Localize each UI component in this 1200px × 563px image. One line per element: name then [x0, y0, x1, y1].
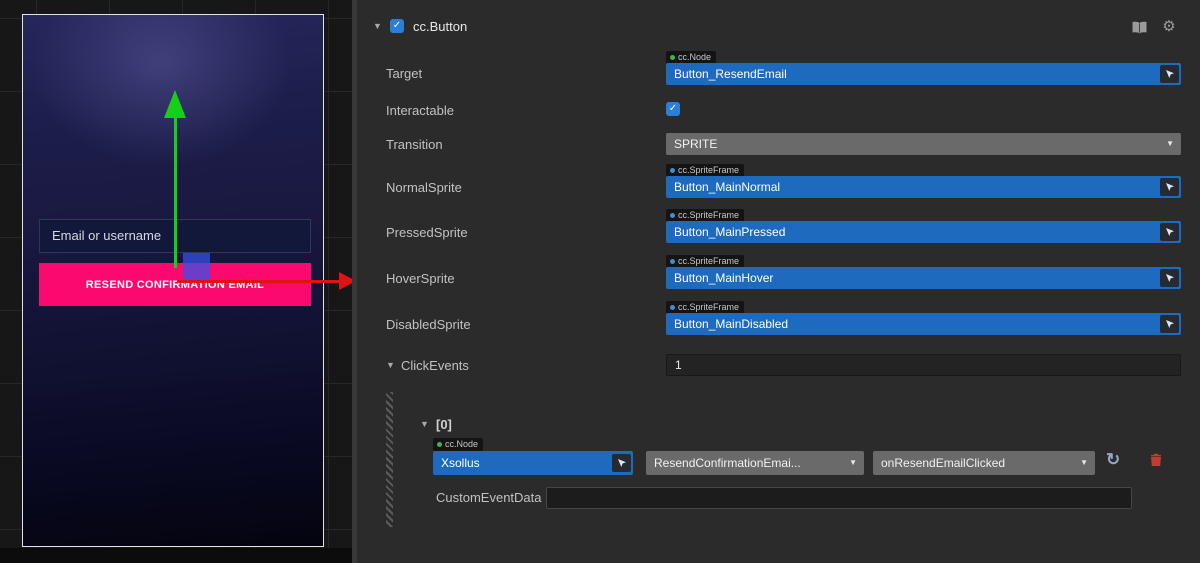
scene-view[interactable]: Email or username RESEND CONFIRMATION EM… — [0, 0, 356, 563]
delete-event-icon[interactable] — [1150, 453, 1162, 472]
node-type-dot-icon — [437, 442, 442, 447]
spriteframe-picker-icon[interactable] — [1160, 223, 1179, 241]
spriteframe-picker-icon[interactable] — [1160, 178, 1179, 196]
node-picker-icon[interactable] — [612, 454, 631, 472]
gear-icon[interactable]: ⚙ — [1160, 19, 1178, 35]
spriteframe-picker-icon[interactable] — [1160, 315, 1179, 333]
interactable-checkbox[interactable]: ✓ — [666, 102, 680, 116]
event-handler-dropdown[interactable]: onResendEmailClicked ▼ — [873, 451, 1095, 475]
node-picker-icon[interactable] — [1160, 65, 1179, 83]
chevron-down-icon: ▼ — [1080, 451, 1088, 475]
hover-sprite-label: HoverSprite — [386, 271, 455, 286]
move-gizmo — [0, 0, 356, 563]
subpanel-hatch-border — [386, 392, 393, 527]
spriteframe-type-dot-icon — [670, 305, 675, 310]
component-collapse-icon[interactable]: ▼ — [373, 21, 382, 31]
gizmo-xy-plane-handle[interactable] — [183, 253, 210, 281]
transition-dropdown[interactable]: SPRITE ▼ — [666, 133, 1181, 155]
event-node-type-tag: cc.Node — [433, 438, 483, 451]
normal-sprite-label: NormalSprite — [386, 180, 462, 195]
click-events-collapse-icon[interactable]: ▼ — [386, 360, 395, 370]
disabled-sprite-label: DisabledSprite — [386, 317, 471, 332]
click-events-count-field[interactable]: 1 — [666, 354, 1181, 376]
chevron-down-icon: ▼ — [1166, 133, 1174, 155]
transition-label: Transition — [386, 137, 443, 152]
component-title: cc.Button — [413, 19, 467, 34]
spriteframe-type-dot-icon — [670, 168, 675, 173]
gizmo-y-axis-arrow-icon[interactable] — [164, 90, 186, 118]
custom-event-data-label: CustomEventData — [436, 490, 542, 505]
normal-sprite-field[interactable]: Button_MainNormal — [666, 176, 1181, 198]
gizmo-y-axis-line[interactable] — [174, 116, 177, 268]
gizmo-x-axis-line[interactable] — [177, 280, 341, 283]
event-component-dropdown[interactable]: ResendConfirmationEmai... ▼ — [646, 451, 864, 475]
node-type-dot-icon — [670, 55, 675, 60]
spriteframe-picker-icon[interactable] — [1160, 269, 1179, 287]
click-event-0-panel: ▼ [0] cc.Node Xsollus ResendConfirmation… — [386, 392, 1187, 527]
inspector-panel: ▼ ✓ cc.Button ⚙ Target cc.Node Button_Re… — [357, 0, 1200, 563]
target-label: Target — [386, 66, 422, 81]
component-enabled-checkbox[interactable]: ✓ — [390, 19, 404, 33]
help-docs-icon[interactable] — [1130, 19, 1148, 35]
refresh-icon[interactable]: ↻ — [1106, 450, 1120, 470]
chevron-down-icon: ▼ — [849, 451, 857, 475]
spriteframe-type-dot-icon — [670, 259, 675, 264]
spriteframe-type-dot-icon — [670, 213, 675, 218]
event-node-field[interactable]: Xsollus — [433, 451, 633, 475]
hover-sprite-field[interactable]: Button_MainHover — [666, 267, 1181, 289]
pressed-sprite-label: PressedSprite — [386, 225, 468, 240]
event-0-collapse-icon[interactable]: ▼ — [420, 419, 429, 429]
click-events-label: ClickEvents — [401, 358, 469, 373]
pressed-sprite-field[interactable]: Button_MainPressed — [666, 221, 1181, 243]
custom-event-data-field[interactable] — [546, 487, 1132, 509]
disabled-sprite-field[interactable]: Button_MainDisabled — [666, 313, 1181, 335]
target-node-field[interactable]: Button_ResendEmail — [666, 63, 1181, 85]
event-0-index-label: [0] — [436, 417, 452, 432]
interactable-label: Interactable — [386, 103, 454, 118]
